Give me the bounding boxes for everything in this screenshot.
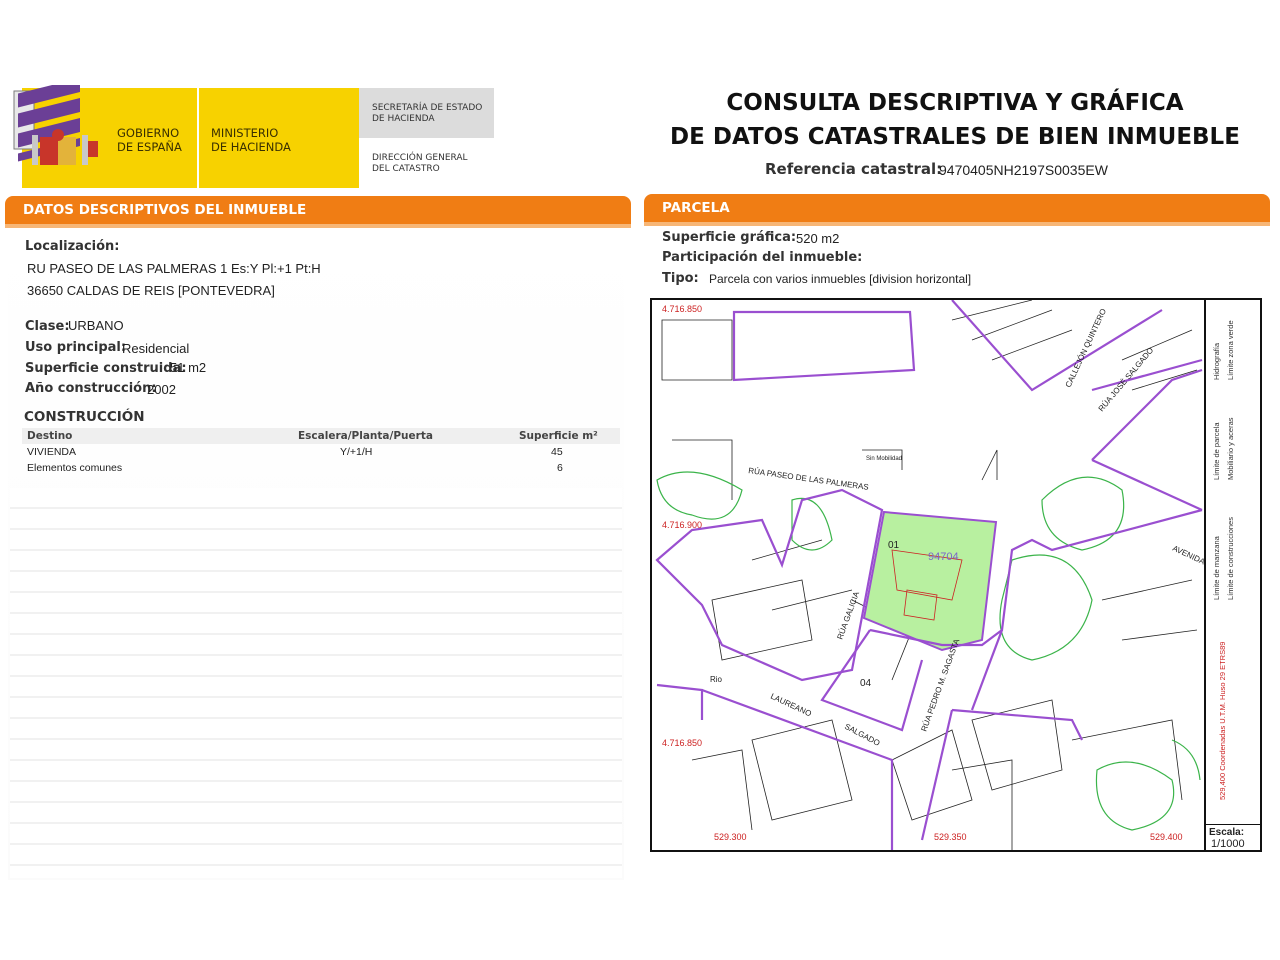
- localizacion-label: Localización:: [25, 239, 120, 254]
- legend-mobiliario: Mobiliario y aceras: [1226, 417, 1235, 480]
- clase-label: Clase:: [25, 319, 70, 334]
- scale-label: Escala:: [1209, 827, 1245, 838]
- street-laureano-label: LAUREANO: [769, 692, 813, 719]
- street-jose-salgado-label: RÚA JOSÉ SALGADO: [1097, 346, 1156, 413]
- parcel-number: 94704: [928, 551, 959, 563]
- coord-y-top: 4.716.850: [662, 304, 702, 314]
- street-palmeras-label: RÚA PASEO DE LAS PALMERAS: [748, 466, 870, 492]
- anio-value: 2002: [147, 382, 176, 397]
- superficie-value: 51 m2: [170, 360, 207, 375]
- legend-limite-manzana: Límite de manzana: [1212, 536, 1221, 600]
- th-superficie: Superficie m²: [519, 430, 598, 442]
- scale-box: Escala: 1/1000: [1204, 824, 1260, 850]
- construccion-title: CONSTRUCCIÓN: [24, 409, 145, 425]
- coord-y-bottom: 4.716.850: [662, 738, 702, 748]
- selected-parcel: [862, 510, 998, 652]
- legend-construcciones: Límite de construcciones: [1226, 517, 1235, 600]
- logo-ministerio-text: MINISTERIO DE HACIENDA: [211, 126, 291, 154]
- sup-grafica-value: 520 m2: [796, 231, 840, 246]
- document-title-line-1: CONSULTA DESCRIPTIVA Y GRÁFICA: [726, 90, 1184, 116]
- coord-x-mid: 529.350: [934, 832, 967, 842]
- row-2-superficie: 6: [557, 462, 563, 474]
- coord-x-left: 529.300: [714, 832, 747, 842]
- anio-label: Año construcción:: [25, 381, 157, 396]
- tipo-label: Tipo:: [662, 271, 699, 286]
- row-1-escalera: Y/+1/H: [340, 446, 373, 458]
- direccion-line-2: 36650 CALDAS DE REIS [PONTEVEDRA]: [27, 283, 275, 298]
- datos-descriptivos-bar: DATOS DESCRIPTIVOS DEL INMUEBLE: [5, 196, 631, 228]
- superficie-label: Superficie construida:: [25, 361, 187, 376]
- logo-separator: [197, 88, 199, 188]
- th-escalera: Escalera/Planta/Puerta: [298, 430, 433, 442]
- legend-hidrografia: Hidrografía: [1212, 342, 1221, 380]
- table-empty-rows: [10, 488, 622, 878]
- parcela-bar: PARCELA: [644, 194, 1270, 226]
- direccion-text: DIRECCIÓN GENERAL DEL CATASTRO: [372, 153, 468, 174]
- row-1-superficie: 45: [551, 446, 563, 458]
- legend-limite-parcela: Límite de parcela: [1212, 422, 1221, 480]
- street-ave-label: AVENIDA: [1171, 544, 1204, 567]
- street-sin-mobilidad-label: Sin Mobilidad: [866, 456, 902, 462]
- tipo-value: Parcela con varios inmuebles [division h…: [709, 272, 972, 286]
- th-destino: Destino: [27, 430, 73, 442]
- label-01: 01: [888, 540, 900, 551]
- uso-value: Residencial: [122, 341, 190, 356]
- ref-catastral-value: 9470405NH2197S0035EW: [939, 162, 1108, 178]
- legend-zona-verde: Límite zona verde: [1226, 320, 1235, 380]
- coord-x-right: 529.400: [1150, 832, 1183, 842]
- ref-catastral-label: Referencia catastral:: [765, 160, 943, 178]
- row-1-destino: VIVIENDA: [27, 446, 77, 458]
- coord-y-mid: 4.716.900: [662, 520, 702, 530]
- map-legend: Límite de manzana Límite de parcela Hidr…: [1204, 300, 1260, 824]
- cadastral-map: RÚA PASEO DE LAS PALMERAS Sin Mobilidad …: [650, 298, 1262, 852]
- logo-gobierno-text: GOBIERNO DE ESPAÑA: [117, 126, 182, 154]
- direccion-line-1: RU PASEO DE LAS PALMERAS 1 Es:Y Pl:+1 Pt…: [27, 261, 321, 276]
- clase-value: URBANO: [68, 318, 124, 333]
- street-rua-gal-label: RÚA GALICIA: [835, 590, 861, 641]
- coat-of-arms-icon: [13, 85, 98, 165]
- label-04: 04: [860, 678, 872, 689]
- legend-coords: 529,400 Coordenadas U.T.M. Huso 29 ETRS8…: [1218, 641, 1227, 800]
- document-title-line-2: DE DATOS CATASTRALES DE BIEN INMUEBLE: [670, 124, 1240, 150]
- label-rio: Rio: [710, 675, 723, 684]
- uso-label: Uso principal:: [25, 340, 127, 355]
- participacion-label: Participación del inmueble:: [662, 250, 863, 265]
- secretaria-text: SECRETARÍA DE ESTADO DE HACIENDA: [372, 103, 483, 124]
- street-pedro-label: RÚA PEDRO M. SAGASTA: [919, 637, 961, 732]
- sup-grafica-label: Superficie gráfica:: [662, 230, 797, 245]
- scale-value: 1/1000: [1211, 838, 1245, 850]
- map-drawing: RÚA PASEO DE LAS PALMERAS Sin Mobilidad …: [655, 300, 1204, 850]
- row-2-destino: Elementos comunes: [27, 462, 123, 474]
